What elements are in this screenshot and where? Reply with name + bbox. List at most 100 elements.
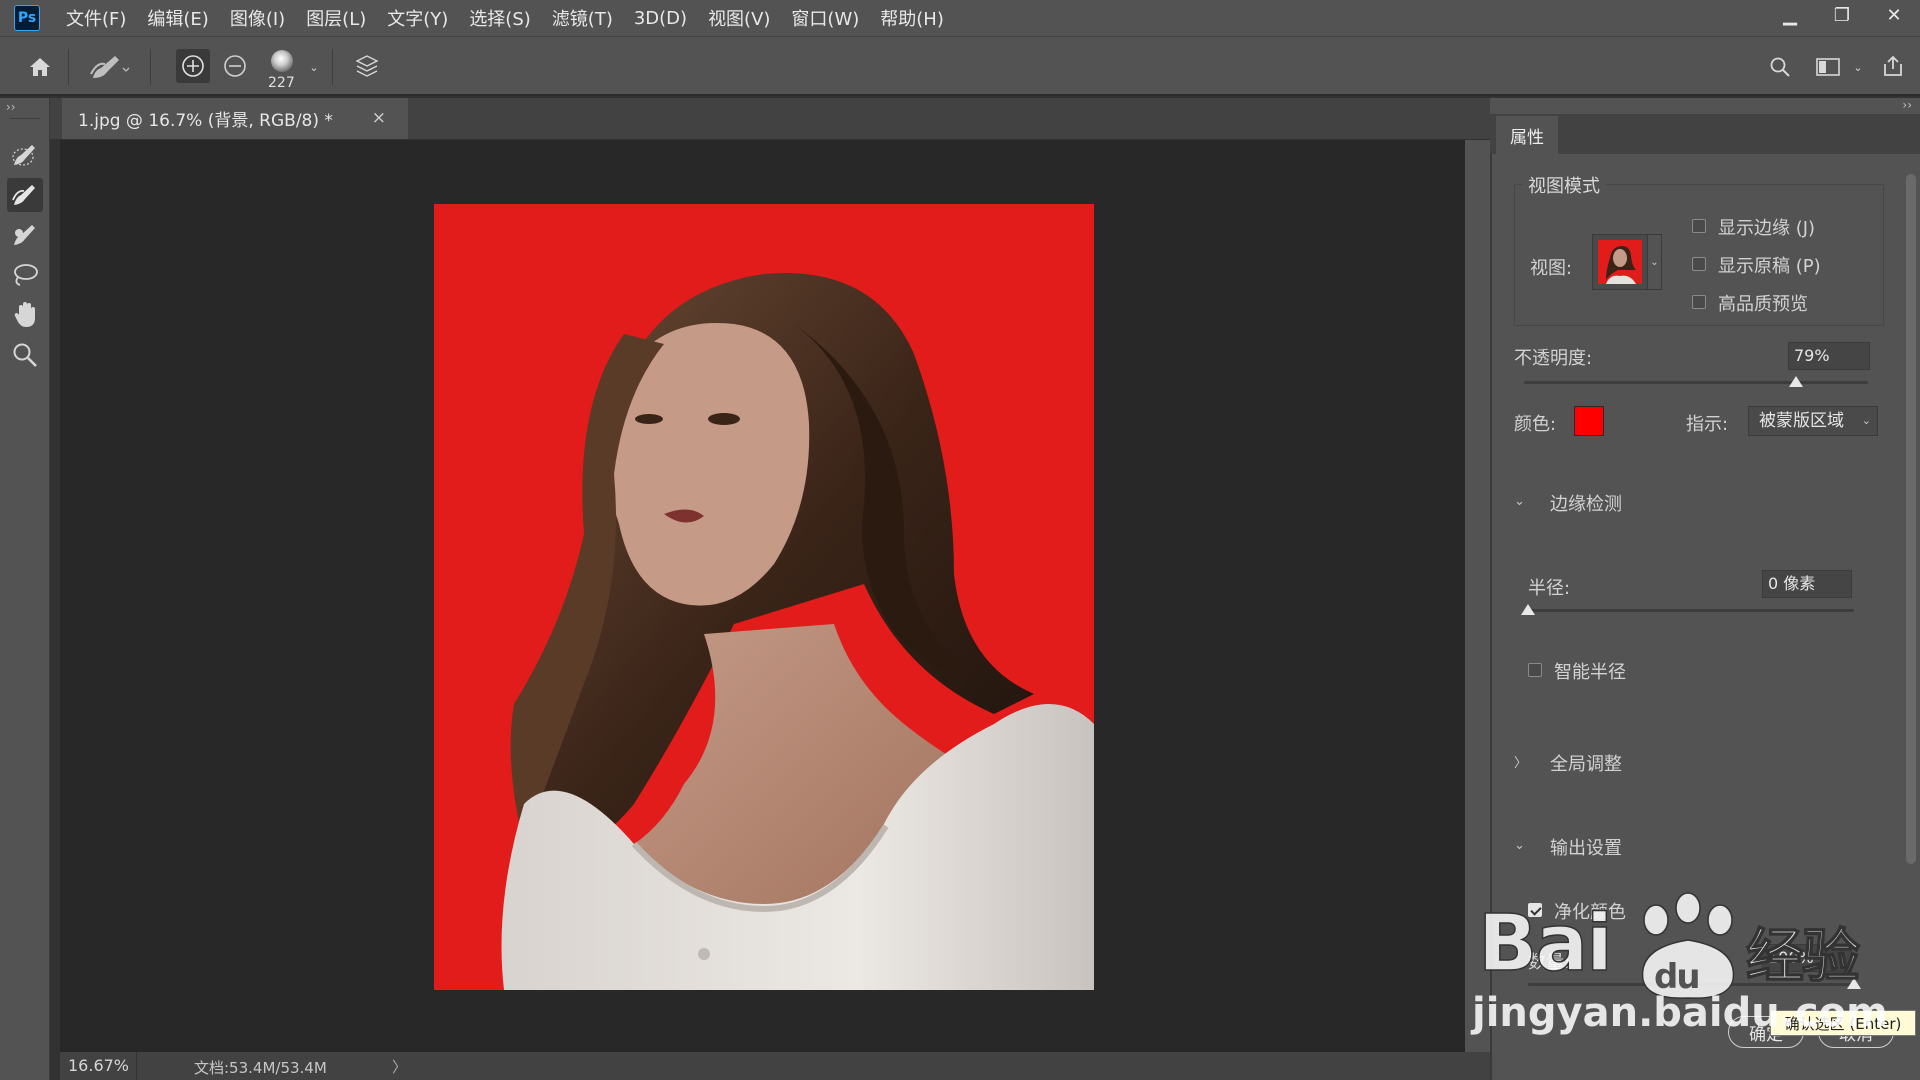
home-icon	[30, 58, 50, 76]
portrait-photo	[434, 204, 1094, 990]
menu-type[interactable]: 文字(Y)	[387, 5, 448, 31]
view-label: 视图:	[1530, 258, 1573, 279]
zoom-tool[interactable]	[7, 338, 43, 372]
document-tab[interactable]: 1.jpg @ 16.7% (背景, RGB/8) * ×	[62, 98, 408, 139]
quick-selection-icon	[12, 145, 35, 166]
radius-input[interactable]: 0 像素	[1762, 570, 1852, 598]
opacity-input[interactable]: 79%	[1788, 342, 1870, 370]
workspace-chevron-down-icon[interactable]: ⌄	[1850, 59, 1866, 75]
tools-panel: ››	[0, 98, 50, 1080]
edge-detection-chevron-down-icon[interactable]: ⌄	[1514, 494, 1525, 509]
brush-preview-icon[interactable]	[271, 50, 293, 72]
minimize-button[interactable]: ▁	[1764, 0, 1816, 30]
overlay-color-swatch[interactable]	[1574, 406, 1604, 436]
brush-subtract-icon	[224, 55, 246, 77]
svg-text:经验: 经验	[1746, 922, 1860, 990]
view-mode-thumbnail[interactable]	[1592, 234, 1648, 290]
menu-layer[interactable]: 图层(L)	[306, 5, 366, 31]
status-bar: 16.67% 文档:53.4M/53.4M 〉	[60, 1052, 1490, 1080]
quick-selection-tool[interactable]	[7, 138, 43, 172]
document-tab-title: 1.jpg @ 16.7% (背景, RGB/8) *	[78, 111, 333, 131]
restore-button[interactable]: ❐	[1816, 0, 1868, 30]
search-icon	[1770, 57, 1790, 77]
close-tab-icon[interactable]: ×	[372, 108, 386, 128]
global-refinements-chevron-right-icon[interactable]: 〉	[1514, 752, 1527, 771]
menu-file[interactable]: 文件(F)	[66, 5, 126, 31]
zoom-level[interactable]: 16.67%	[68, 1056, 129, 1075]
refine-edge-brush-tool[interactable]	[7, 178, 43, 212]
panel-dock-header: ››	[1490, 98, 1920, 114]
brush-tool[interactable]	[7, 218, 43, 252]
expand-toolbar-icon[interactable]: ››	[6, 100, 16, 114]
brush-add-icon	[182, 55, 204, 77]
brush-options-chevron-down-icon[interactable]: ⌄	[306, 59, 322, 75]
menu-filter[interactable]: 滤镜(T)	[552, 5, 613, 31]
add-to-selection-button[interactable]	[176, 49, 210, 83]
smart-radius-checkbox[interactable]	[1528, 663, 1542, 677]
document-tab-bar: 1.jpg @ 16.7% (背景, RGB/8) * ×	[50, 98, 1490, 139]
radius-label: 半径:	[1528, 578, 1571, 599]
baidu-jingyan-watermark: Bai du 经验 jingyan.baidu.com	[1470, 870, 1890, 1060]
tool-preset-picker[interactable]	[84, 49, 134, 85]
brush-icon	[14, 225, 35, 245]
indicate-select-value: 被蒙版区域	[1759, 411, 1844, 431]
search-button[interactable]	[1762, 49, 1798, 85]
menu-window[interactable]: 窗口(W)	[791, 5, 859, 31]
high-quality-preview-checkbox[interactable]	[1692, 295, 1706, 309]
status-menu-arrow-icon[interactable]: 〉	[392, 1056, 407, 1077]
show-original-label: 显示原稿 (P)	[1718, 256, 1821, 277]
panel-scrollbar-thumb[interactable]	[1906, 174, 1916, 864]
zoom-icon	[13, 343, 37, 367]
radius-slider[interactable]	[1528, 609, 1854, 612]
document-size-info: 文档:53.4M/53.4M	[194, 1059, 327, 1077]
menu-3d[interactable]: 3D(D)	[634, 8, 687, 29]
view-mode-preview-icon	[1598, 240, 1642, 284]
menu-help[interactable]: 帮助(H)	[880, 5, 944, 31]
subtract-from-selection-button[interactable]	[218, 49, 252, 83]
output-settings-chevron-down-icon[interactable]: ⌄	[1514, 838, 1525, 853]
sample-all-layers-button[interactable]	[350, 49, 384, 83]
panel-scrollbar[interactable]	[1900, 154, 1920, 984]
high-quality-preview-label: 高品质预览	[1718, 294, 1808, 315]
svg-text:Bai: Bai	[1478, 899, 1611, 989]
opacity-slider[interactable]	[1524, 381, 1868, 384]
close-window-button[interactable]: ✕	[1868, 0, 1920, 30]
share-button[interactable]	[1874, 47, 1912, 85]
show-original-checkbox[interactable]	[1692, 257, 1706, 271]
color-label: 颜色:	[1514, 414, 1557, 435]
view-mode-chevron-down-icon[interactable]: ⌄	[1648, 234, 1662, 290]
photoshop-logo[interactable]: Ps	[14, 5, 40, 31]
collapse-panels-icon[interactable]: ››	[1902, 98, 1912, 112]
refine-edge-brush-icon	[12, 185, 35, 205]
menu-select[interactable]: 选择(S)	[469, 5, 530, 31]
hand-icon	[14, 302, 35, 327]
edge-detection-heading[interactable]: 边缘检测	[1550, 490, 1622, 516]
workspace-button[interactable]	[1810, 49, 1846, 85]
menu-bar: Ps 文件(F) 编辑(E) 图像(I) 图层(L) 文字(Y) 选择(S) 滤…	[0, 0, 1920, 36]
lasso-icon	[14, 264, 38, 286]
document-image[interactable]	[434, 204, 1094, 990]
smart-radius-label: 智能半径	[1554, 662, 1626, 683]
home-button[interactable]	[22, 49, 58, 85]
output-settings-heading[interactable]: 输出设置	[1550, 834, 1622, 860]
radius-slider-thumb[interactable]	[1521, 604, 1535, 615]
hand-tool[interactable]	[7, 298, 43, 332]
indicate-select[interactable]: 被蒙版区域 ⌄	[1748, 406, 1878, 436]
baidu-watermark-url: jingyan.baidu.com	[1472, 990, 1888, 1036]
opacity-slider-thumb[interactable]	[1788, 376, 1803, 387]
global-refinements-heading[interactable]: 全局调整	[1550, 750, 1622, 776]
tab-properties[interactable]: 属性	[1496, 116, 1558, 154]
brush-size[interactable]: 227	[268, 75, 295, 91]
menu-edit[interactable]: 编辑(E)	[147, 5, 208, 31]
workspace-icon	[1816, 58, 1840, 76]
lasso-tool[interactable]	[7, 258, 43, 292]
layers-icon	[355, 55, 379, 77]
refine-edge-brush-icon	[90, 56, 130, 78]
options-bar: 227 ⌄ ⌄	[0, 36, 1920, 96]
menu-view[interactable]: 视图(V)	[708, 5, 770, 31]
show-edge-checkbox[interactable]	[1692, 219, 1706, 233]
window-controls: ▁ ❐ ✕	[1764, 0, 1920, 32]
menu-image[interactable]: 图像(I)	[230, 5, 285, 31]
show-edge-label: 显示边缘 (J)	[1718, 218, 1816, 239]
indicate-chevron-down-icon: ⌄	[1861, 414, 1871, 427]
